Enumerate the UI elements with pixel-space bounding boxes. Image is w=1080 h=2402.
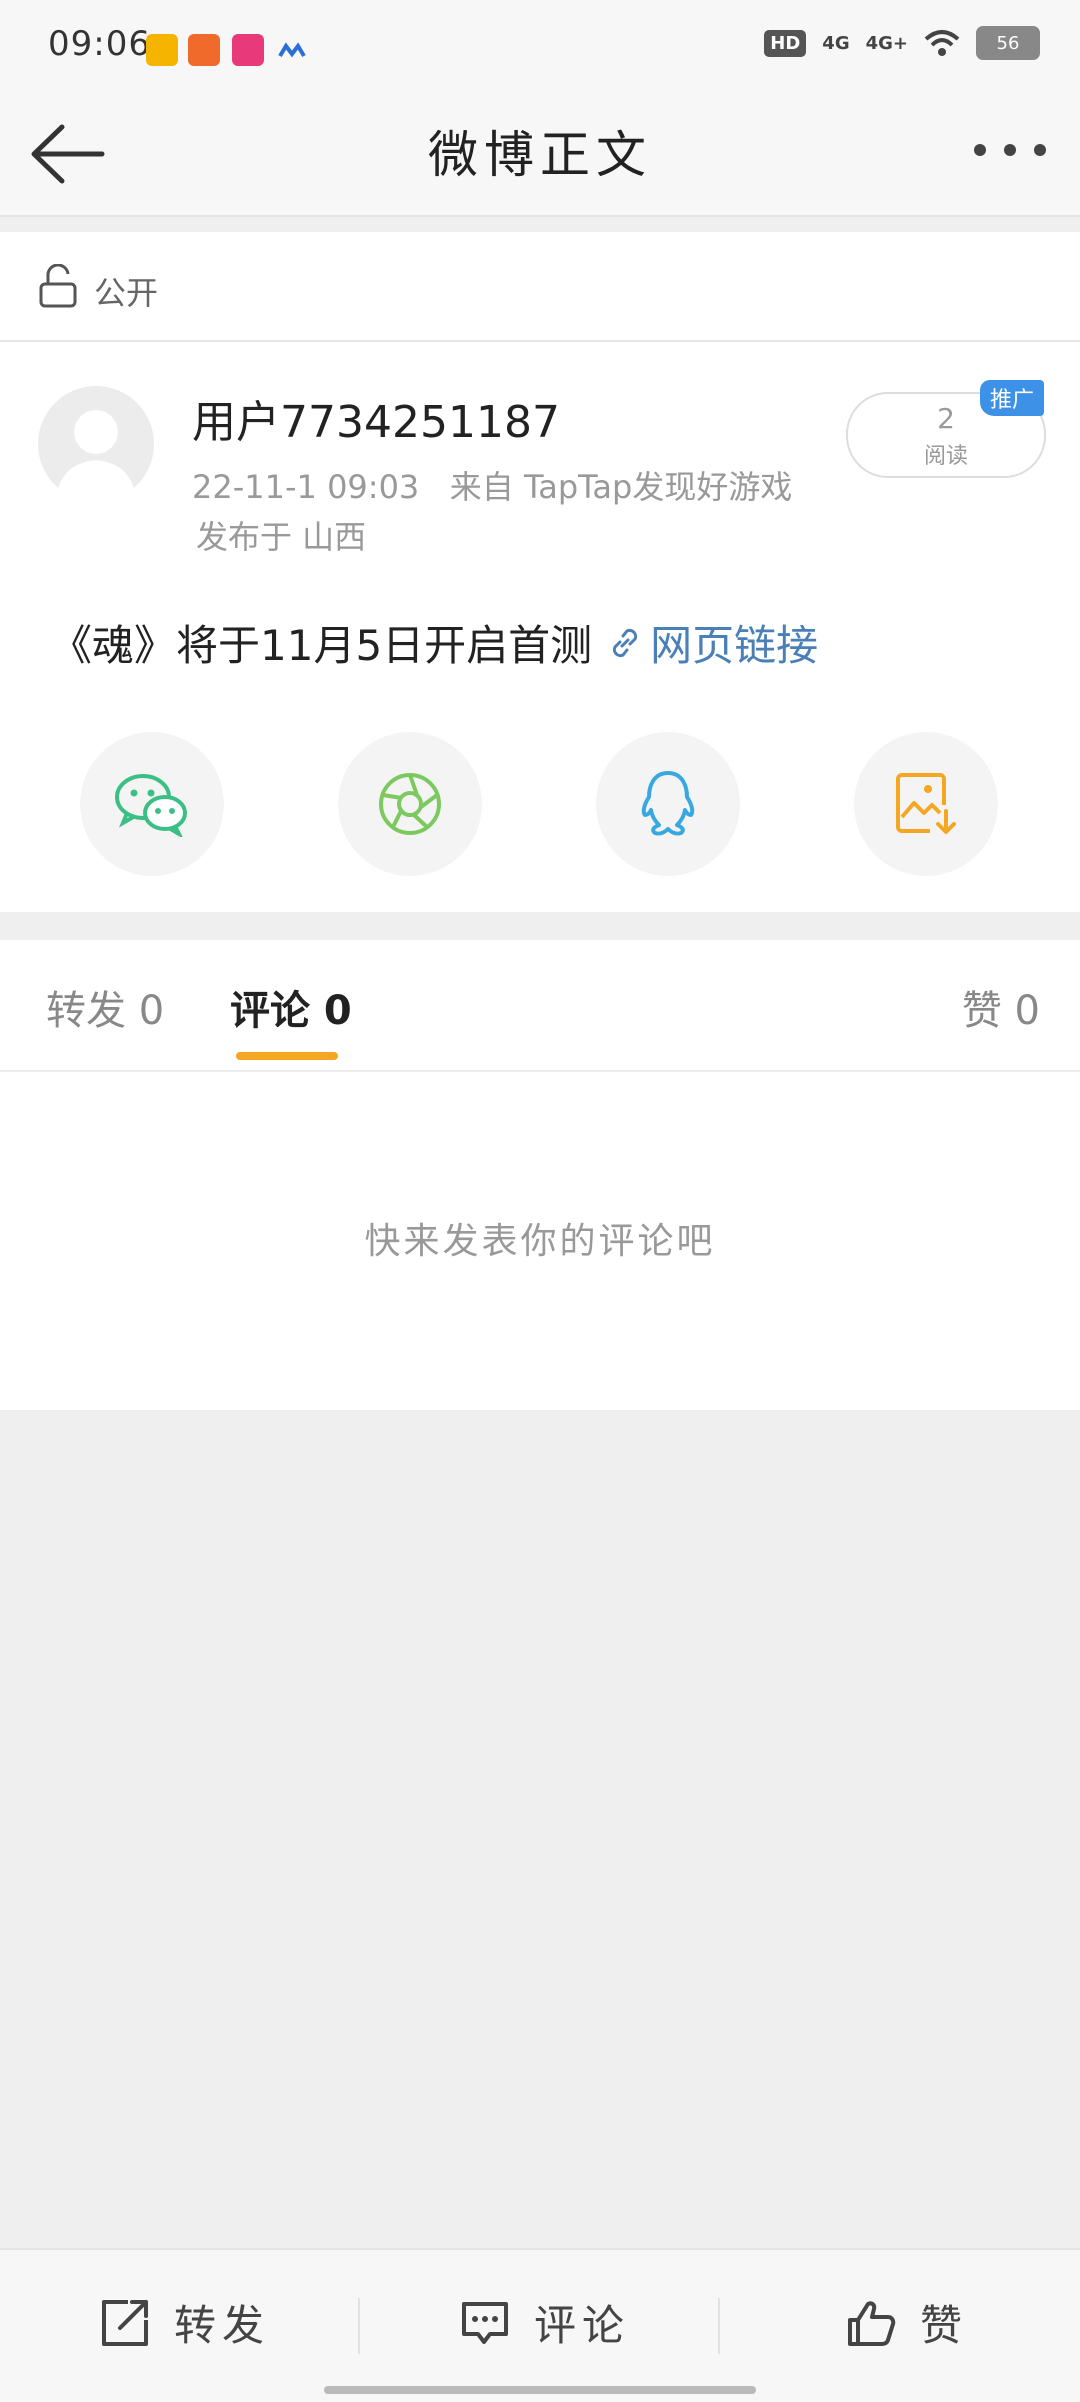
divider — [358, 2298, 360, 2354]
weibo-notification-icon — [146, 34, 178, 66]
avatar[interactable] — [38, 386, 154, 502]
post-content: 《魂》将于11月5日开启首测 网页链接 — [50, 612, 818, 673]
post-source: 来自 TapTap发现好游戏 — [449, 468, 793, 506]
status-time: 09:06 — [48, 24, 151, 64]
divider — [718, 2298, 720, 2354]
promo-badge: 推广 — [980, 380, 1044, 416]
tab-repost[interactable]: 转发 0 — [46, 978, 164, 1036]
save-image-button[interactable] — [854, 732, 998, 876]
active-tab-indicator — [236, 1052, 338, 1060]
like-label: 赞 — [920, 2301, 969, 2350]
cloud-notification-icon — [276, 34, 308, 66]
unlock-icon — [39, 264, 77, 308]
web-link-label: 网页链接 — [650, 621, 819, 670]
comment-icon — [462, 2301, 508, 2344]
read-label: 阅读 — [923, 444, 968, 469]
share-wechat-button[interactable] — [80, 732, 224, 876]
status-icons: HD 4G 4G+ 56 — [764, 26, 1040, 60]
wechat-icon — [115, 774, 187, 837]
signal-4g-plus-icon: 4G+ — [865, 32, 908, 54]
thumbs-up-icon — [848, 2300, 896, 2346]
wifi-icon — [924, 30, 960, 56]
qq-icon — [641, 771, 695, 836]
tab-like[interactable]: 赞 0 — [962, 978, 1040, 1036]
comments-section: 快来发表你的评论吧 — [0, 1072, 1080, 1410]
top-nav: 微博正文 — [0, 95, 1080, 217]
post-card: 用户7734251187 22-11-1 09:03 来自 TapTap发现好游… — [0, 342, 1080, 912]
moments-icon — [379, 773, 441, 835]
post-meta: 22-11-1 09:03 来自 TapTap发现好游戏 — [192, 462, 792, 508]
bottom-action-bar: 转发 评论 赞 — [0, 2248, 1080, 2402]
web-link[interactable]: 网页链接 — [606, 612, 818, 673]
save-image-icon — [896, 773, 956, 834]
like-button[interactable]: 赞 — [844, 2292, 968, 2353]
visibility-row[interactable]: 公开 — [0, 232, 1080, 342]
post-location: 发布于 山西 — [196, 518, 367, 556]
status-bar: 09:06 HD 4G 4G+ 56 — [0, 0, 1080, 95]
tab-comment[interactable]: 评论 0 — [230, 978, 352, 1036]
comment-button[interactable]: 评论 — [458, 2292, 630, 2353]
app-notification-icon — [188, 34, 220, 66]
home-indicator[interactable] — [324, 2386, 756, 2394]
battery-icon: 56 — [976, 26, 1040, 60]
repost-button[interactable]: 转发 — [98, 2292, 270, 2353]
default-avatar-icon — [56, 410, 136, 502]
tab-bar: 转发 0 评论 0 赞 0 — [0, 940, 1080, 1072]
link-icon — [613, 628, 638, 657]
comment-label: 评论 — [534, 2301, 631, 2350]
username[interactable]: 用户7734251187 — [192, 386, 560, 450]
post-text: 《魂》将于11月5日开启首测 — [50, 621, 593, 670]
visibility-label: 公开 — [94, 274, 159, 312]
empty-comments-text: 快来发表你的评论吧 — [364, 1221, 716, 1262]
more-button[interactable] — [970, 135, 1050, 165]
repost-icon — [102, 2299, 148, 2346]
share-moments-button[interactable] — [338, 732, 482, 876]
signal-4g-icon: 4G — [822, 32, 850, 54]
post-timestamp: 22-11-1 09:03 — [192, 468, 420, 506]
repost-label: 转发 — [174, 2301, 271, 2350]
more-dots-icon — [974, 144, 1046, 156]
hd-icon: HD — [764, 29, 807, 57]
share-qq-button[interactable] — [596, 732, 740, 876]
page-title: 微博正文 — [428, 126, 652, 184]
shopping-notification-icon — [232, 34, 264, 66]
